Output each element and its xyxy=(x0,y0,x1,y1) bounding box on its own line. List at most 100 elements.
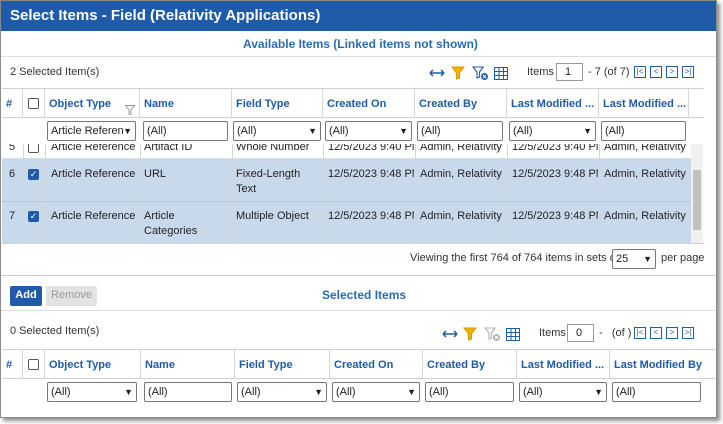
filter-last-modified-by[interactable]: (All) xyxy=(612,382,701,402)
filter-last-modified-by[interactable]: (All) xyxy=(601,121,686,141)
grid-icon[interactable] xyxy=(494,67,508,80)
col-header-created-by[interactable]: Created By xyxy=(423,350,517,380)
remove-button[interactable]: Remove xyxy=(46,286,97,306)
available-items-title: Available Items (Linked items not shown) xyxy=(243,37,478,51)
filter-name[interactable]: (All) xyxy=(144,382,232,402)
divider xyxy=(1,243,704,244)
col-header-select-all[interactable] xyxy=(23,350,45,380)
divider xyxy=(140,144,141,243)
table-row[interactable]: 5 Article Reference Artifact ID Whole Nu… xyxy=(2,144,691,159)
cell-modified-on: 12/5/2023 9:48 PM xyxy=(512,168,598,180)
last-page-icon[interactable]: >| xyxy=(682,327,694,339)
available-selected-count: 2 Selected Item(s) xyxy=(10,66,100,78)
cell-name: URL xyxy=(144,168,167,180)
row-number: 6 xyxy=(9,168,16,180)
filter-icon[interactable] xyxy=(451,66,465,80)
pager-range: - (of ) xyxy=(599,327,632,339)
column-filter-icon[interactable] xyxy=(124,97,136,119)
divider xyxy=(1,275,716,276)
col-header-name[interactable]: Name xyxy=(141,350,235,380)
cell-field-type: Fixed-Length xyxy=(236,168,301,180)
clear-filter-icon[interactable] xyxy=(471,66,489,81)
viewing-summary: Viewing the first 764 of 764 items in se… xyxy=(410,252,619,264)
filter-field-type[interactable]: (All) ▼ xyxy=(237,382,327,402)
divider xyxy=(323,144,324,243)
col-header-select-all[interactable] xyxy=(23,89,45,119)
filter-icon[interactable] xyxy=(463,327,477,341)
col-header-last-modified-by[interactable]: Last Modified By xyxy=(610,350,715,380)
col-header-last-modified-by[interactable]: Last Modified ... xyxy=(599,89,689,119)
col-header-name[interactable]: Name xyxy=(140,89,232,119)
filter-created-by[interactable]: (All) xyxy=(417,121,503,141)
select-all-checkbox[interactable] xyxy=(28,98,39,109)
row-checkbox[interactable] xyxy=(28,144,39,153)
prev-page-icon[interactable]: < xyxy=(650,327,662,339)
col-header-created-on[interactable]: Created On xyxy=(323,89,415,119)
chevron-down-icon: ▼ xyxy=(124,387,133,397)
divider xyxy=(599,144,600,243)
chevron-down-icon: ▼ xyxy=(594,387,603,397)
scrollbar-thumb[interactable] xyxy=(693,170,701,230)
divider xyxy=(232,144,233,243)
pager-label: Items xyxy=(539,327,566,339)
selected-filter-row: (All) ▼ (All) (All) ▼ (All) ▼ (All) (All) ▼ … xyxy=(2,379,715,405)
col-header-object-type-label: Object Type xyxy=(49,98,112,110)
add-button[interactable]: Add xyxy=(10,286,42,306)
col-header-object-type[interactable]: Object Type xyxy=(45,350,141,380)
cell-name: Artifact ID xyxy=(144,144,193,153)
col-header-last-modified-on[interactable]: Last Modified ... xyxy=(517,350,610,380)
divider xyxy=(1,56,716,57)
col-header-created-by[interactable]: Created By xyxy=(415,89,507,119)
table-row[interactable]: 7 ✓ Article Reference Article Categories… xyxy=(2,202,691,243)
swap-arrows-icon[interactable] xyxy=(429,67,445,79)
cell-created-on: 12/5/2023 9:48 PM xyxy=(328,210,414,222)
first-page-icon[interactable]: |< xyxy=(634,66,646,78)
cell-created-by: Admin, Relativity xyxy=(420,144,502,153)
cell-object-type: Article Reference xyxy=(51,210,136,222)
table-row[interactable]: 6 ✓ Article Reference URL Fixed-Length T… xyxy=(2,159,691,202)
filter-created-by[interactable]: (All) xyxy=(425,382,514,402)
per-page-select[interactable]: 25 ▼ xyxy=(612,249,656,269)
col-header-field-type[interactable]: Field Type xyxy=(232,89,323,119)
select-all-checkbox[interactable] xyxy=(28,359,39,370)
next-page-icon[interactable]: > xyxy=(666,327,678,339)
row-checkbox-checked[interactable]: ✓ xyxy=(28,169,39,180)
filter-object-type-value: Article Referen xyxy=(51,125,124,137)
row-number: 7 xyxy=(9,210,16,222)
next-page-icon[interactable]: > xyxy=(666,66,678,78)
filter-last-modified-on[interactable]: (All) ▼ xyxy=(519,382,607,402)
col-header-object-type[interactable]: Object Type xyxy=(45,89,140,119)
filter-created-on[interactable]: (All) ▼ xyxy=(325,121,412,141)
filter-created-on[interactable]: (All) ▼ xyxy=(332,382,420,402)
filter-object-type[interactable]: (All) ▼ xyxy=(47,382,137,402)
col-header-last-modified-on[interactable]: Last Modified ... xyxy=(507,89,599,119)
col-header-field-type[interactable]: Field Type xyxy=(235,350,330,380)
filter-last-modified-on[interactable]: (All) ▼ xyxy=(509,121,596,141)
cell-object-type: Article Reference xyxy=(51,168,136,180)
clear-filter-icon xyxy=(483,327,501,342)
filter-name[interactable]: (All) xyxy=(143,121,228,141)
selected-selected-count: 0 Selected Item(s) xyxy=(10,325,100,337)
cell-modified-on: 12/5/2023 9:40 PM xyxy=(512,144,598,153)
swap-arrows-icon[interactable] xyxy=(442,328,458,340)
filter-object-type[interactable]: Article Referen ▼ xyxy=(47,121,136,141)
grid-icon[interactable] xyxy=(506,328,520,341)
prev-page-icon[interactable]: < xyxy=(650,66,662,78)
cell-created-by: Admin, Relativity xyxy=(420,210,502,222)
first-page-icon[interactable]: |< xyxy=(634,327,646,339)
cell-field-type-line2: Text xyxy=(236,183,257,195)
chevron-down-icon: ▼ xyxy=(583,126,592,136)
filter-field-type[interactable]: (All) ▼ xyxy=(233,121,321,141)
page-number-input[interactable]: 0 xyxy=(567,324,594,342)
last-page-icon[interactable]: >| xyxy=(682,66,694,78)
col-header-number: # xyxy=(2,350,23,380)
page-number-input[interactable]: 1 xyxy=(556,63,583,81)
per-page-value: 25 xyxy=(616,253,629,265)
filter-last-modified-on-value: (All) xyxy=(513,125,533,137)
col-header-created-on[interactable]: Created On xyxy=(330,350,423,380)
cell-created-by: Admin, Relativity xyxy=(420,168,502,180)
row-checkbox-checked[interactable]: ✓ xyxy=(28,211,39,222)
per-page-label: per page xyxy=(661,252,705,264)
cell-field-type: Whole Number xyxy=(236,144,310,153)
vertical-scrollbar[interactable] xyxy=(691,144,703,243)
